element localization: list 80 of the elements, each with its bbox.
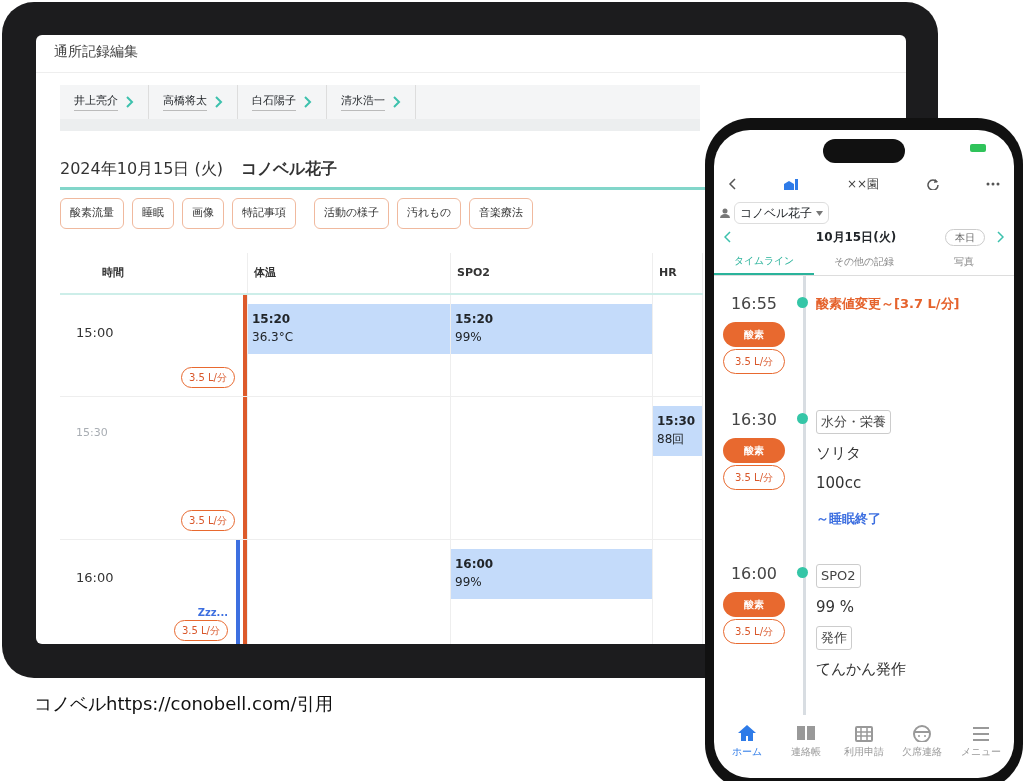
entry-time: 15:20 bbox=[455, 311, 495, 328]
record-tag: 水分・栄養 bbox=[816, 410, 891, 434]
book-icon bbox=[795, 724, 816, 742]
today-button[interactable]: 本日 bbox=[945, 228, 985, 246]
entry-time: 16:55 bbox=[729, 293, 779, 315]
entry-time: 16:00 bbox=[455, 556, 495, 573]
entry-value: 99% bbox=[455, 329, 483, 346]
chevron-right-icon[interactable] bbox=[997, 231, 1004, 243]
time-label: 15:00 bbox=[75, 324, 115, 342]
chevron-icon bbox=[215, 96, 223, 108]
timeline-dot bbox=[797, 567, 808, 578]
date-label: 10月15日(火) bbox=[814, 229, 898, 246]
category-button[interactable]: 特記事項 bbox=[232, 198, 296, 229]
column-header: 時間 bbox=[102, 265, 124, 279]
record-date: 2024年10月15日 (火) bbox=[60, 158, 223, 180]
more-icon[interactable] bbox=[986, 182, 1000, 186]
chevron-icon bbox=[393, 96, 401, 108]
back-icon[interactable] bbox=[728, 178, 736, 190]
menu-icon bbox=[970, 724, 991, 742]
scrollbar[interactable] bbox=[60, 119, 700, 131]
entry-time: 16:00 bbox=[729, 563, 779, 585]
entry-value: 99% bbox=[455, 574, 483, 591]
sleep-label: Zzz... bbox=[197, 606, 228, 620]
alert-text: 酸素値変更～[3.7 L/分] bbox=[816, 295, 961, 313]
person-icon bbox=[720, 208, 730, 218]
oxygen-flow-badge: 3.5 L/分 bbox=[723, 465, 785, 490]
chevron-icon bbox=[304, 96, 312, 108]
record-text: 99 % bbox=[816, 596, 856, 618]
home-icon bbox=[737, 724, 758, 742]
category-button[interactable]: 画像 bbox=[182, 198, 224, 229]
entry-time: 16:30 bbox=[729, 409, 779, 431]
app-title: ××園 bbox=[846, 176, 880, 193]
oxygen-flow-badge: 3.5 L/分 bbox=[180, 510, 235, 531]
battery-icon bbox=[970, 144, 986, 152]
oxygen-badge: 酸素 bbox=[723, 438, 785, 463]
building-icon[interactable] bbox=[783, 177, 800, 191]
calendar-icon bbox=[854, 724, 874, 742]
category-button[interactable]: 汚れもの bbox=[397, 198, 461, 229]
record-entry[interactable]: 15:20 99% bbox=[451, 304, 652, 354]
category-button[interactable]: 睡眠 bbox=[132, 198, 174, 229]
record-entry[interactable]: 15:30 88回 bbox=[653, 406, 702, 456]
time-label: 15:30 bbox=[75, 425, 109, 441]
oxygen-flow-badge: 3.5 L/分 bbox=[173, 620, 228, 641]
oxygen-flow-badge: 3.5 L/分 bbox=[723, 619, 785, 644]
column-header: SPO2 bbox=[457, 265, 490, 279]
caret-icon bbox=[816, 210, 823, 216]
person-select[interactable]: コノベル花子 bbox=[734, 202, 829, 224]
entry-value: 88回 bbox=[657, 431, 686, 448]
entry-time: 15:30 bbox=[657, 413, 697, 430]
face-icon bbox=[912, 724, 933, 742]
nav-tab[interactable]: ホーム bbox=[718, 723, 777, 760]
time-label: 16:00 bbox=[75, 569, 115, 587]
chevron-icon bbox=[126, 96, 134, 108]
timeline-dot bbox=[797, 413, 808, 424]
record-tag: SPO2 bbox=[816, 564, 861, 588]
entry-value: 36.3°C bbox=[252, 329, 295, 346]
record-tag: 発作 bbox=[816, 626, 852, 650]
record-entry[interactable]: 16:00 99% bbox=[451, 549, 652, 599]
entry-time: 15:20 bbox=[252, 311, 292, 328]
column-header: 体温 bbox=[254, 265, 276, 279]
oxygen-flow-badge: 3.5 L/分 bbox=[180, 367, 235, 388]
chevron-left-icon[interactable] bbox=[724, 231, 731, 243]
note-text: ～睡眠終了 bbox=[816, 509, 882, 528]
record-text: 100cc bbox=[816, 473, 863, 494]
category-button[interactable]: 音楽療法 bbox=[469, 198, 533, 229]
category-button[interactable]: 活動の様子 bbox=[314, 198, 389, 229]
view-tab[interactable]: その他の記録 bbox=[814, 249, 914, 275]
oxygen-badge: 酸素 bbox=[723, 592, 785, 617]
oxygen-badge: 酸素 bbox=[723, 322, 785, 347]
category-button[interactable]: 酸素流量 bbox=[60, 198, 124, 229]
patient-name: コノベル花子 bbox=[241, 158, 337, 180]
page-title: 通所記録編集 bbox=[36, 35, 906, 73]
view-tab[interactable]: 写真 bbox=[914, 249, 1014, 275]
column-header: HR bbox=[659, 265, 677, 279]
record-entry[interactable]: 15:20 36.3°C bbox=[248, 304, 450, 354]
record-text: てんかん発作 bbox=[816, 658, 907, 680]
record-text: ソリタ bbox=[816, 442, 862, 464]
oxygen-flow-badge: 3.5 L/分 bbox=[723, 349, 785, 374]
refresh-icon[interactable] bbox=[926, 178, 939, 190]
timeline-dot bbox=[797, 297, 808, 308]
